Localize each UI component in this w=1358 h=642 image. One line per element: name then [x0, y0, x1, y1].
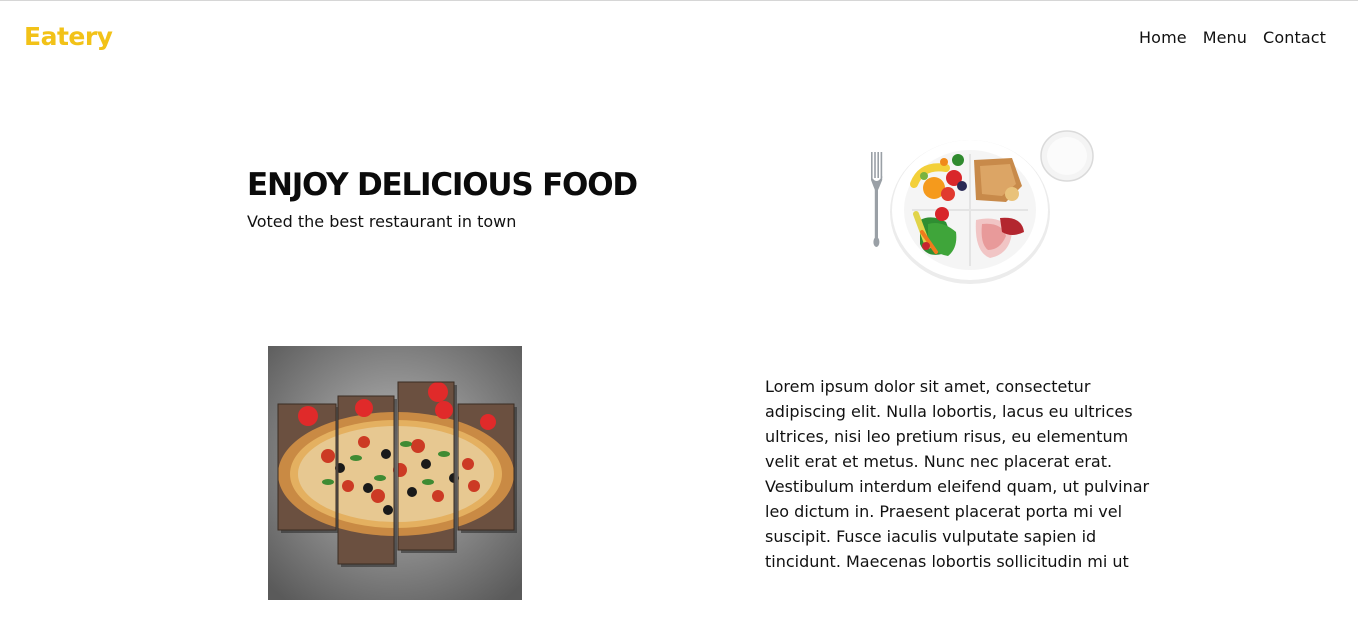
- food-plate-image: [862, 128, 1102, 288]
- top-border: [0, 0, 1358, 1]
- about-text: Lorem ipsum dolor sit amet, consectetur …: [765, 377, 1150, 571]
- hero-title: ENJOY DELICIOUS FOOD: [247, 167, 638, 203]
- main-nav: Home Menu Contact: [1139, 28, 1326, 47]
- nav-contact-link[interactable]: Contact: [1263, 28, 1326, 47]
- logo-link[interactable]: Eatery: [24, 22, 113, 51]
- pizza-image: [268, 346, 522, 600]
- food-plate-icon: [871, 130, 1094, 284]
- pizza-canvas-icon: [268, 346, 522, 600]
- nav-home-link[interactable]: Home: [1139, 28, 1187, 47]
- hero-subtitle: Voted the best restaurant in town: [247, 212, 517, 231]
- nav-menu-link[interactable]: Menu: [1203, 28, 1247, 47]
